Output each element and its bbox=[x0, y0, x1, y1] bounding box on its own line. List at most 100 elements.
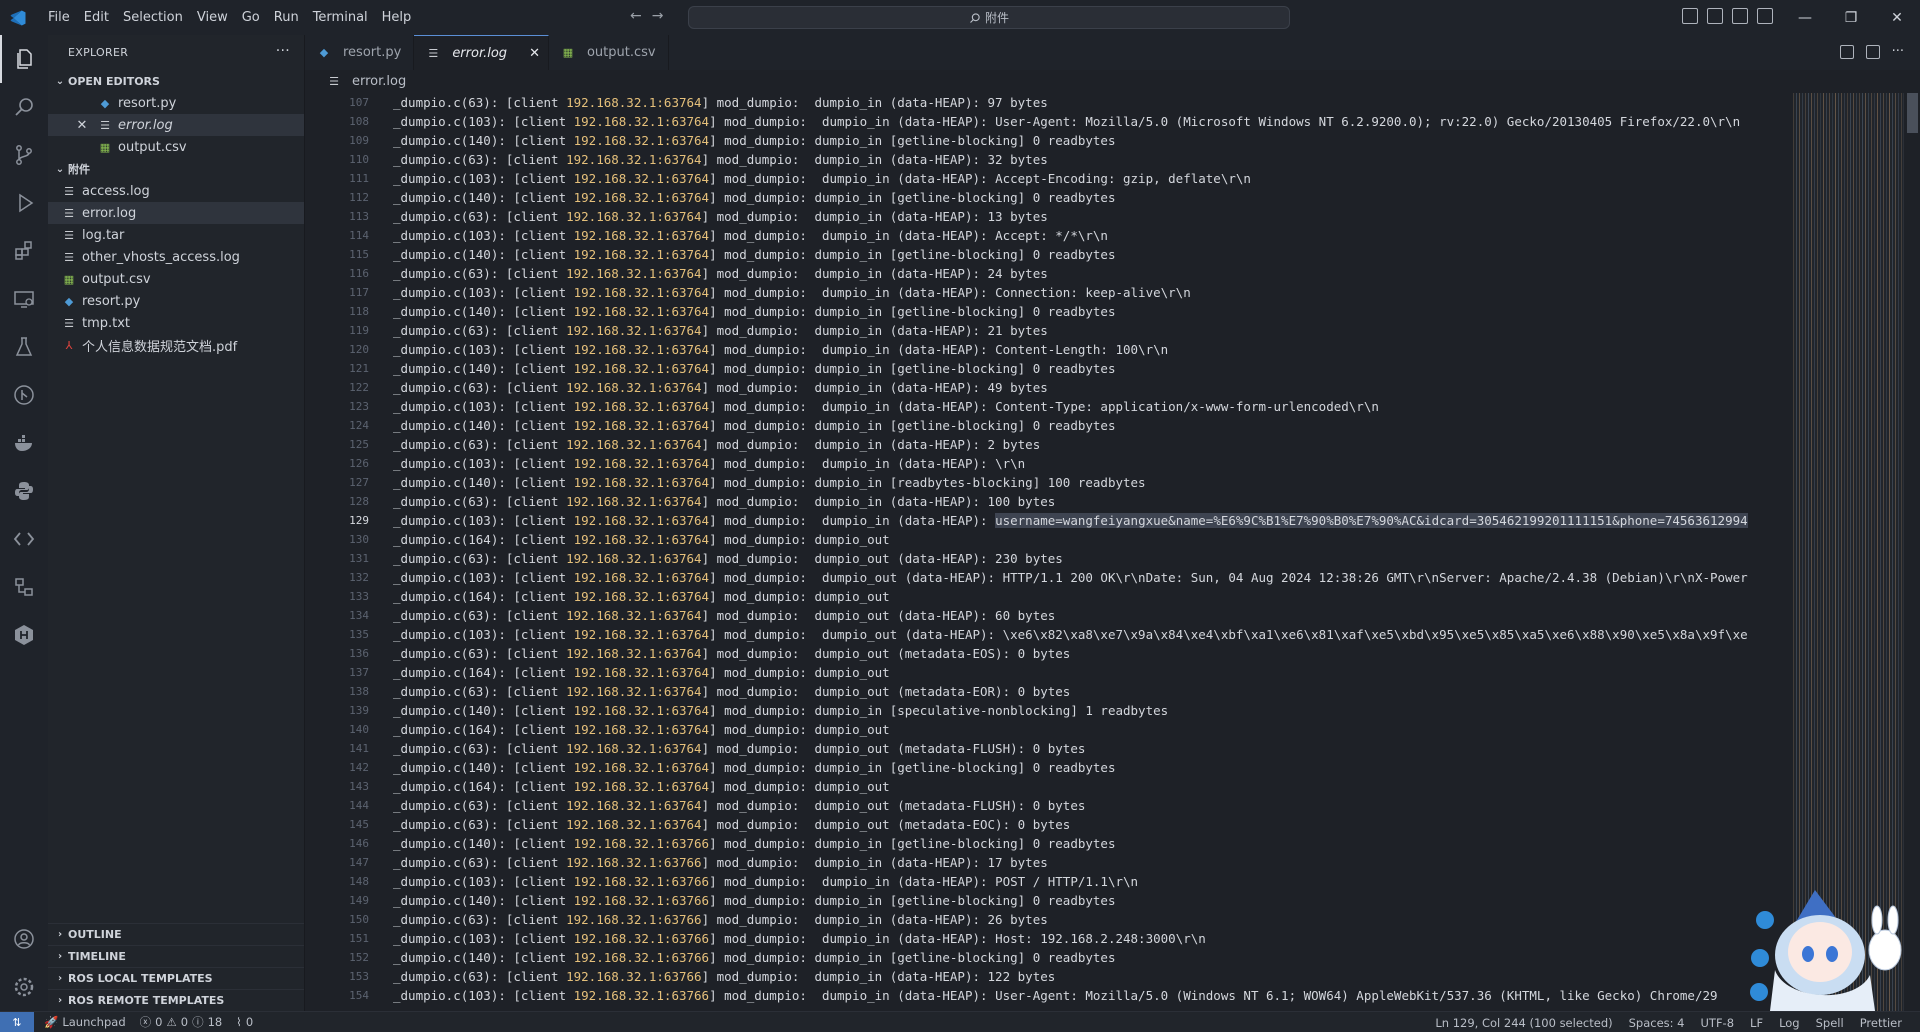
code-line[interactable]: _dumpio.c(140): [client 192.168.32.1:637… bbox=[393, 834, 1793, 853]
code-line[interactable]: _dumpio.c(103): [client 192.168.32.1:637… bbox=[393, 568, 1793, 587]
code-line[interactable]: _dumpio.c(164): [client 192.168.32.1:637… bbox=[393, 720, 1793, 739]
code-line[interactable]: _dumpio.c(140): [client 192.168.32.1:637… bbox=[393, 891, 1793, 910]
folder-section[interactable]: ⌄ 附件 bbox=[48, 158, 304, 180]
code-line[interactable]: _dumpio.c(63): [client 192.168.32.1:6376… bbox=[393, 967, 1793, 986]
code-line[interactable]: _dumpio.c(63): [client 192.168.32.1:6376… bbox=[393, 910, 1793, 929]
minimap[interactable] bbox=[1793, 93, 1903, 1011]
code-line[interactable]: _dumpio.c(63): [client 192.168.32.1:6376… bbox=[393, 739, 1793, 758]
account-icon[interactable] bbox=[0, 915, 48, 963]
customize-layout-icon[interactable] bbox=[1757, 8, 1773, 24]
file-tree-item[interactable]: ☰ log.tar bbox=[48, 224, 304, 246]
spell-status[interactable]: Spell bbox=[1816, 1016, 1844, 1030]
file-tree-item[interactable]: ☰ error.log bbox=[48, 202, 304, 224]
explorer-icon[interactable] bbox=[0, 35, 48, 83]
code-line[interactable]: _dumpio.c(140): [client 192.168.32.1:637… bbox=[393, 359, 1793, 378]
code-line[interactable]: _dumpio.c(140): [client 192.168.32.1:637… bbox=[393, 948, 1793, 967]
settings-gear-icon[interactable] bbox=[0, 963, 48, 1011]
code-line[interactable]: _dumpio.c(63): [client 192.168.32.1:6376… bbox=[393, 796, 1793, 815]
code-line[interactable]: _dumpio.c(63): [client 192.168.32.1:6376… bbox=[393, 682, 1793, 701]
code-line[interactable]: _dumpio.c(63): [client 192.168.32.1:6376… bbox=[393, 853, 1793, 872]
code-editor[interactable]: 107 108 109 110 111 112 113 114 115 116 117 118 119 1… bbox=[305, 93, 1793, 1011]
menu-run[interactable]: Run bbox=[267, 0, 306, 35]
code-line[interactable]: _dumpio.c(63): [client 192.168.32.1:6376… bbox=[393, 644, 1793, 663]
vertical-scrollbar[interactable] bbox=[1903, 93, 1920, 1011]
testing-flask-icon[interactable] bbox=[0, 323, 48, 371]
menu-view[interactable]: View bbox=[190, 0, 235, 35]
restore-icon[interactable]: ❐ bbox=[1828, 0, 1874, 35]
code-line[interactable]: _dumpio.c(140): [client 192.168.32.1:637… bbox=[393, 416, 1793, 435]
code-line[interactable]: _dumpio.c(103): [client 192.168.32.1:637… bbox=[393, 340, 1793, 359]
code-line[interactable]: _dumpio.c(103): [client 192.168.32.1:637… bbox=[393, 929, 1793, 948]
code-line[interactable]: _dumpio.c(140): [client 192.168.32.1:637… bbox=[393, 245, 1793, 264]
search-icon[interactable] bbox=[0, 83, 48, 131]
split-editor-icon[interactable] bbox=[1865, 45, 1880, 59]
code-line[interactable]: _dumpio.c(164): [client 192.168.32.1:637… bbox=[393, 587, 1793, 606]
code-line[interactable]: _dumpio.c(164): [client 192.168.32.1:637… bbox=[393, 530, 1793, 549]
minimize-icon[interactable]: — bbox=[1782, 0, 1828, 35]
code-line[interactable]: _dumpio.c(140): [client 192.168.32.1:637… bbox=[393, 188, 1793, 207]
pull-requests-icon[interactable] bbox=[0, 563, 48, 611]
code-line[interactable]: _dumpio.c(140): [client 192.168.32.1:637… bbox=[393, 473, 1793, 492]
ports-indicator[interactable]: ⌇ 0 bbox=[236, 1015, 253, 1029]
code-line[interactable]: _dumpio.c(63): [client 192.168.32.1:6376… bbox=[393, 93, 1793, 112]
menu-selection[interactable]: Selection bbox=[116, 0, 190, 35]
section-outline[interactable]: › OUTLINE bbox=[48, 923, 304, 945]
code-line[interactable]: _dumpio.c(103): [client 192.168.32.1:637… bbox=[393, 986, 1793, 1005]
section-ros-remote-templates[interactable]: › ROS REMOTE TEMPLATES bbox=[48, 989, 304, 1011]
code-lines[interactable]: _dumpio.c(63): [client 192.168.32.1:6376… bbox=[393, 93, 1793, 1005]
scrollbar-thumb[interactable] bbox=[1907, 93, 1918, 133]
remote-connect-icon[interactable] bbox=[0, 515, 48, 563]
tab-resort-py[interactable]: ◆ resort.py bbox=[305, 35, 415, 70]
code-line[interactable]: _dumpio.c(140): [client 192.168.32.1:637… bbox=[393, 131, 1793, 150]
extensions-icon[interactable] bbox=[0, 227, 48, 275]
git-graph-icon[interactable] bbox=[0, 371, 48, 419]
close-window-icon[interactable]: ✕ bbox=[1874, 0, 1920, 35]
code-line[interactable]: _dumpio.c(63): [client 192.168.32.1:6376… bbox=[393, 150, 1793, 169]
remote-indicator-icon[interactable]: ⇅ bbox=[0, 1011, 34, 1032]
file-tree-item[interactable]: ⅄ 个人信息数据规范文档.pdf bbox=[48, 334, 304, 356]
code-line[interactable]: _dumpio.c(103): [client 192.168.32.1:637… bbox=[393, 112, 1793, 131]
code-line[interactable]: _dumpio.c(63): [client 192.168.32.1:6376… bbox=[393, 207, 1793, 226]
close-icon[interactable]: ✕ bbox=[529, 46, 540, 61]
code-line[interactable]: _dumpio.c(63): [client 192.168.32.1:6376… bbox=[393, 321, 1793, 340]
toggle-primary-sidebar-icon[interactable] bbox=[1682, 8, 1698, 24]
more-actions-icon[interactable]: ··· bbox=[276, 43, 290, 59]
open-editor-item[interactable]: ▦ output.csv bbox=[48, 136, 304, 158]
code-line[interactable]: _dumpio.c(140): [client 192.168.32.1:637… bbox=[393, 302, 1793, 321]
menu-file[interactable]: File bbox=[41, 0, 77, 35]
indentation[interactable]: Spaces: 4 bbox=[1629, 1016, 1685, 1030]
section-ros-local-templates[interactable]: › ROS LOCAL TEMPLATES bbox=[48, 967, 304, 989]
code-line[interactable]: _dumpio.c(63): [client 192.168.32.1:6376… bbox=[393, 378, 1793, 397]
code-line[interactable]: _dumpio.c(63): [client 192.168.32.1:6376… bbox=[393, 264, 1793, 283]
code-line[interactable]: _dumpio.c(63): [client 192.168.32.1:6376… bbox=[393, 815, 1793, 834]
file-tree-item[interactable]: ▦ output.csv bbox=[48, 268, 304, 290]
close-icon[interactable]: ✕ bbox=[74, 118, 90, 133]
file-tree-item[interactable]: ☰ tmp.txt bbox=[48, 312, 304, 334]
launchpad-item[interactable]: 🚀 Launchpad bbox=[44, 1015, 126, 1029]
run-debug-icon[interactable] bbox=[0, 179, 48, 227]
code-line[interactable]: _dumpio.c(63): [client 192.168.32.1:6376… bbox=[393, 549, 1793, 568]
menu-edit[interactable]: Edit bbox=[77, 0, 116, 35]
open-editor-item[interactable]: ◆ resort.py bbox=[48, 92, 304, 114]
more-actions-icon[interactable]: ··· bbox=[1892, 45, 1904, 59]
prettier-status[interactable]: Prettier bbox=[1860, 1016, 1902, 1030]
open-editor-item[interactable]: ✕ ☰ error.log bbox=[48, 114, 304, 136]
remote-explorer-icon[interactable] bbox=[0, 275, 48, 323]
section-timeline[interactable]: › TIMELINE bbox=[48, 945, 304, 967]
code-line[interactable]: _dumpio.c(103): [client 192.168.32.1:637… bbox=[393, 511, 1793, 530]
back-arrow-icon[interactable]: ← bbox=[630, 8, 642, 24]
code-line[interactable]: _dumpio.c(103): [client 192.168.32.1:637… bbox=[393, 283, 1793, 302]
python-icon[interactable] bbox=[0, 467, 48, 515]
problems-indicator[interactable]: ⓧ 0 ⚠ 0 ⓘ 18 bbox=[140, 1014, 223, 1030]
code-line[interactable]: _dumpio.c(164): [client 192.168.32.1:637… bbox=[393, 777, 1793, 796]
code-line[interactable]: _dumpio.c(103): [client 192.168.32.1:637… bbox=[393, 872, 1793, 891]
menu-help[interactable]: Help bbox=[375, 0, 419, 35]
breadcrumb-file[interactable]: error.log bbox=[352, 74, 406, 89]
code-line[interactable]: _dumpio.c(103): [client 192.168.32.1:637… bbox=[393, 397, 1793, 416]
file-tree-item[interactable]: ☰ access.log bbox=[48, 180, 304, 202]
cursor-position[interactable]: Ln 129, Col 244 (100 selected) bbox=[1435, 1016, 1612, 1030]
end-of-line[interactable]: LF bbox=[1750, 1016, 1763, 1030]
encoding[interactable]: UTF-8 bbox=[1701, 1016, 1735, 1030]
file-tree-item[interactable]: ☰ other_vhosts_access.log bbox=[48, 246, 304, 268]
code-line[interactable]: _dumpio.c(103): [client 192.168.32.1:637… bbox=[393, 625, 1793, 644]
